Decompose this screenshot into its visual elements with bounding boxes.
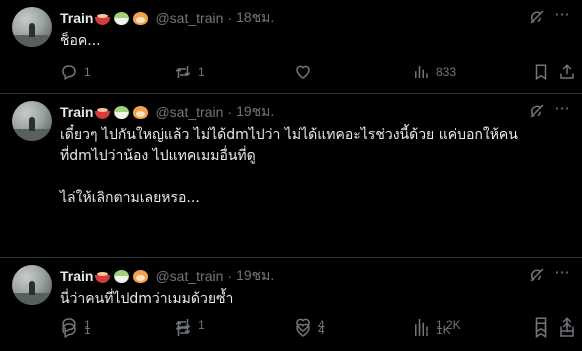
views-button[interactable]: 833 — [412, 63, 456, 81]
views-icon — [415, 66, 428, 78]
heart-icon — [296, 323, 310, 337]
share-button[interactable] — [558, 321, 576, 339]
grok-icon[interactable] — [528, 102, 546, 120]
bookmark-icon — [535, 64, 547, 81]
name-emojis — [94, 268, 149, 285]
display-name[interactable]: Train — [60, 268, 93, 284]
tweet-actions: 1 1 833 — [60, 62, 574, 82]
hamster-emoji-icon — [132, 268, 149, 285]
tweet[interactable]: Train @sat_train · 19ชม. ··· เดี๋ยวๆ ไปก… — [0, 94, 582, 334]
hamster-emoji-icon — [132, 10, 149, 27]
name-emojis — [94, 10, 149, 27]
display-name[interactable]: Train — [60, 104, 93, 120]
timeline: Train @sat_train · 18ชม. ··· ช็อค... 1 1 — [0, 0, 582, 351]
avatar[interactable] — [12, 265, 52, 305]
more-icon[interactable]: ··· — [552, 101, 572, 122]
tweet-header: Train @sat_train · 18ชม. — [60, 8, 570, 28]
retweet-button[interactable]: 1 — [174, 63, 205, 81]
tweet-header: Train @sat_train · 19ชม. — [60, 266, 570, 286]
views-button[interactable]: 1K — [412, 321, 451, 339]
tweet-text: เดี๋ยวๆ ไปกันใหญ่แล้ว ไม่ได้dmไปว่า ไม่ไ… — [60, 127, 518, 206]
avatar[interactable] — [12, 7, 52, 47]
bookmark-icon — [535, 322, 547, 339]
bowl-emoji-icon — [94, 268, 111, 285]
timestamp[interactable]: 18ชม. — [236, 7, 274, 29]
retweet-icon — [175, 324, 191, 336]
reply-count: 1 — [84, 65, 91, 79]
user-handle[interactable]: @sat_train — [155, 104, 223, 120]
retweet-count: 1 — [198, 65, 205, 79]
tweet-header: Train @sat_train · 19ชม. — [60, 102, 570, 122]
bowl-emoji-icon — [94, 10, 111, 27]
user-handle[interactable]: @sat_train — [155, 268, 223, 284]
hamster-emoji-icon — [132, 104, 149, 121]
heart-icon — [296, 65, 310, 79]
tweet-text: ช็อค... — [60, 33, 101, 49]
grok-icon[interactable] — [528, 8, 546, 26]
reply-icon — [62, 323, 76, 339]
reply-icon — [62, 65, 76, 81]
views-icon — [415, 324, 428, 336]
tweet-text: นี่ว่าคนที่ไปdmว่าเมมด้วยซ้ำ — [60, 291, 234, 307]
tweet[interactable]: Train @sat_train · 18ชม. ··· ช็อค... 1 1 — [0, 0, 582, 94]
name-emojis — [94, 104, 149, 121]
more-icon[interactable]: ··· — [552, 265, 572, 286]
display-name[interactable]: Train — [60, 10, 93, 26]
like-button[interactable] — [294, 63, 318, 81]
bookmark-button[interactable] — [532, 63, 550, 81]
avatar[interactable] — [12, 101, 52, 141]
view-count: 833 — [436, 65, 457, 79]
share-icon — [560, 64, 574, 79]
like-count: 4 — [318, 323, 325, 337]
green-bowl-emoji-icon — [113, 104, 130, 121]
bookmark-button[interactable] — [532, 321, 550, 339]
reply-button[interactable]: 1 — [60, 321, 91, 339]
share-button[interactable] — [558, 63, 576, 81]
share-icon — [560, 322, 574, 337]
retweet-icon — [175, 66, 191, 78]
timestamp[interactable]: 19ชม. — [236, 101, 274, 123]
separator-dot: · — [227, 268, 233, 284]
user-handle[interactable]: @sat_train — [155, 10, 223, 26]
green-bowl-emoji-icon — [113, 268, 130, 285]
reply-count: 1 — [84, 323, 91, 337]
timestamp[interactable]: 19ชม. — [236, 265, 274, 287]
bowl-emoji-icon — [94, 104, 111, 121]
reply-button[interactable]: 1 — [60, 63, 91, 81]
grok-icon[interactable] — [528, 266, 546, 284]
retweet-button[interactable] — [174, 321, 198, 339]
more-icon[interactable]: ··· — [552, 7, 572, 28]
like-button[interactable]: 4 — [294, 321, 325, 339]
green-bowl-emoji-icon — [113, 10, 130, 27]
separator-dot: · — [227, 104, 233, 120]
separator-dot: · — [227, 10, 233, 26]
view-count: 1K — [436, 323, 451, 337]
tweet-actions: 1 4 1K — [60, 320, 574, 340]
